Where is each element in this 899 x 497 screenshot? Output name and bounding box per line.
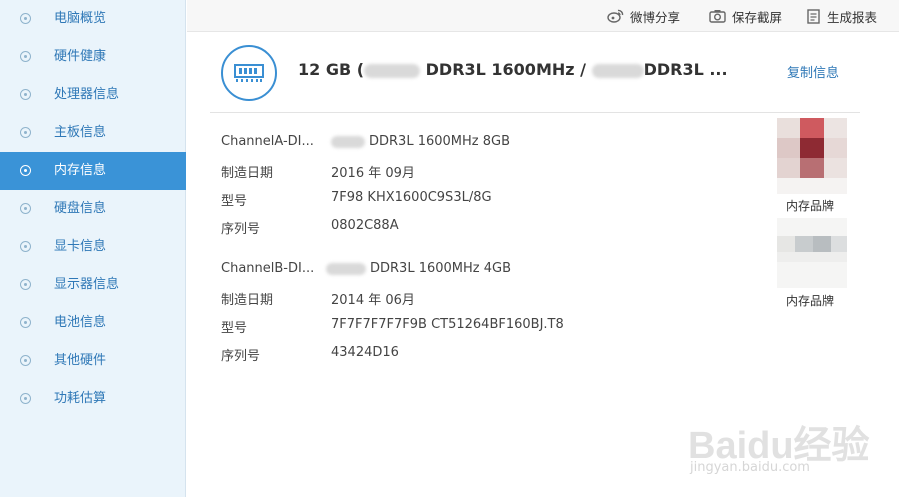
sidebar: 电脑概览 硬件健康 处理器信息 主板信息 内存信息 硬盘信息 显卡信息 显示器信… [0,0,186,497]
sidebar-item-overview[interactable]: 电脑概览 [0,0,186,38]
sidebar-item-label: 电脑概览 [54,11,107,26]
channel-a-value: DDR3L 1600MHz 8GB [331,134,510,149]
generate-report-button[interactable]: 生成报表 [806,7,877,25]
channel-b-date-label: 制造日期 [221,293,274,308]
sidebar-item-processor[interactable]: 处理器信息 [0,76,186,114]
baidu-watermark-url: jingyan.baidu.com [690,460,810,475]
report-icon [807,8,820,24]
channel-b-model-label: 型号 [221,321,248,336]
memory-summary: 12 GB ( DDR3L 1600MHz / DDR3L ... [298,60,728,79]
bullet-icon [20,203,31,214]
channel-a-spec: DDR3L 1600MHz 8GB [369,134,510,149]
brand-caption-b: 内存品牌 [786,294,835,308]
bullet-icon [20,317,31,328]
bullet-icon [20,355,31,366]
save-screenshot-label: 保存截屏 [732,9,783,25]
channel-a-model-value: 7F98 KHX1600C9S3L/8G [331,190,492,205]
generate-report-label: 生成报表 [827,9,878,25]
summary-part1: DDR3L 1600MHz / [425,60,586,79]
top-toolbar: 微博分享 保存截屏 生成报表 [187,0,899,32]
bullet-icon [20,241,31,252]
sidebar-item-label: 内存信息 [54,163,107,178]
camera-icon [709,10,726,23]
sidebar-item-label: 功耗估算 [54,391,107,406]
bullet-icon [20,279,31,290]
sidebar-item-memory[interactable]: 内存信息 [0,152,186,190]
sidebar-item-label: 主板信息 [54,125,107,140]
redacted-brand [364,63,421,78]
memory-module-icon [221,45,277,101]
sidebar-item-label: 电池信息 [54,315,107,330]
bullet-icon [20,51,31,62]
bullet-icon [20,127,31,138]
brand-logo-image [777,118,847,194]
bullet-icon [20,393,31,404]
sidebar-item-label: 显卡信息 [54,239,107,254]
channel-b-serial-label: 序列号 [221,349,261,364]
divider [210,112,860,113]
brand-logo-image [777,218,847,288]
sidebar-item-label: 硬盘信息 [54,201,107,216]
sidebar-item-hardware-health[interactable]: 硬件健康 [0,38,186,76]
channel-b-model-value: 7F7F7F7F7F9B CT51264BF160BJ.T8 [331,317,564,332]
sidebar-item-label: 其他硬件 [54,353,107,368]
redacted-brand [591,63,644,78]
sidebar-item-label: 处理器信息 [54,87,120,102]
channel-b-spec: DDR3L 1600MHz 4GB [370,261,511,276]
channel-a-model-label: 型号 [221,194,248,209]
channel-a-date-label: 制造日期 [221,166,274,181]
weibo-share-label: 微博分享 [630,9,681,25]
channel-b-title: ChannelB-DI... [221,261,315,276]
sidebar-item-battery[interactable]: 电池信息 [0,304,186,342]
channel-b-value: DDR3L 1600MHz 4GB [326,261,511,276]
weibo-share-button[interactable]: 微博分享 [607,7,680,25]
channel-b-date-value: 2014 年 06月 [331,293,415,308]
weibo-icon [607,9,624,23]
bullet-icon [20,165,31,176]
sidebar-item-motherboard[interactable]: 主板信息 [0,114,186,152]
sidebar-item-disk[interactable]: 硬盘信息 [0,190,186,228]
sidebar-item-other-hardware[interactable]: 其他硬件 [0,342,186,380]
bullet-icon [20,89,31,100]
redacted-brand [331,135,365,148]
channel-b-serial-value: 43424D16 [331,345,399,360]
channel-a-date-value: 2016 年 09月 [331,166,415,181]
sidebar-item-label: 硬件健康 [54,49,107,64]
sidebar-item-power-estimate[interactable]: 功耗估算 [0,380,186,418]
sidebar-item-label: 显示器信息 [54,277,120,292]
save-screenshot-button[interactable]: 保存截屏 [709,7,782,25]
channel-a-serial-value: 0802C88A [331,218,399,233]
bullet-icon [20,13,31,24]
copy-info-link[interactable]: 复制信息 [787,62,839,81]
redacted-brand [326,262,366,275]
summary-part2: DDR3L ... [643,60,728,79]
channel-a-title: ChannelA-DI... [221,134,314,149]
sidebar-item-graphics[interactable]: 显卡信息 [0,228,186,266]
channel-a-serial-label: 序列号 [221,222,261,237]
brand-caption-a: 内存品牌 [786,199,835,213]
sidebar-item-monitor[interactable]: 显示器信息 [0,266,186,304]
summary-prefix: 12 GB ( [298,60,365,79]
